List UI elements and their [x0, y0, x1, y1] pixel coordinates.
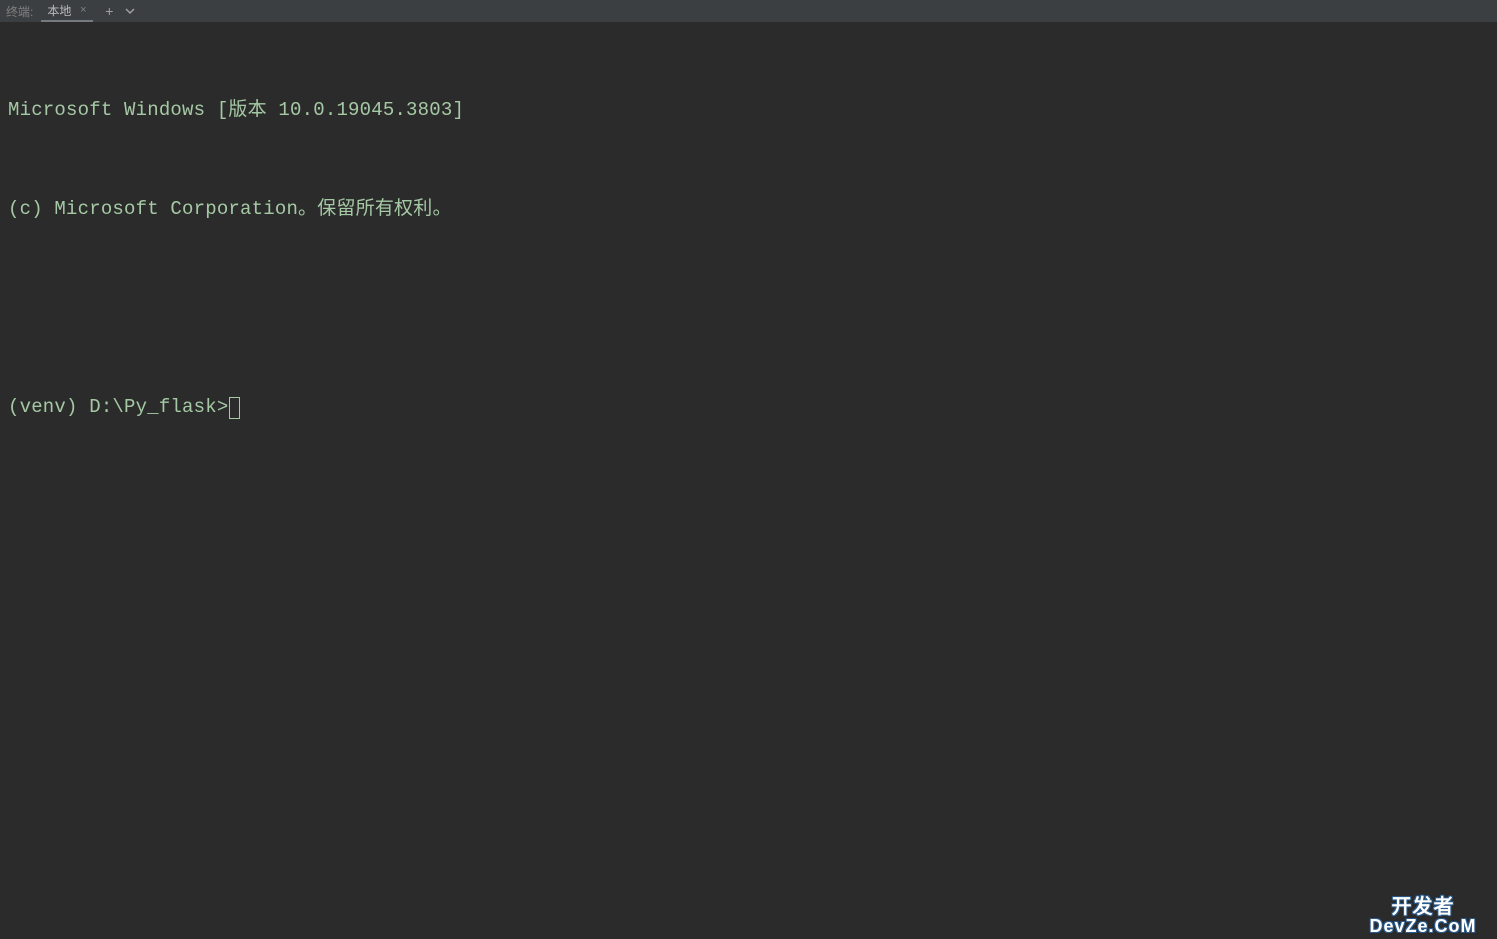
terminal-blank-line: [8, 292, 1489, 325]
close-icon[interactable]: ×: [77, 4, 89, 16]
terminal-line: (c) Microsoft Corporation。保留所有权利。: [8, 193, 1489, 226]
watermark: 开发者 DevZe.CoM: [1349, 893, 1497, 939]
terminal-tab-bar: 终端: 本地 × +: [0, 0, 1497, 22]
watermark-top: 开发者: [1392, 897, 1455, 917]
add-tab-button[interactable]: +: [101, 3, 117, 19]
chevron-down-icon[interactable]: [123, 6, 137, 16]
terminal-output[interactable]: Microsoft Windows [版本 10.0.19045.3803] (…: [0, 22, 1497, 463]
terminal-prompt-line: (venv) D:\Py_flask>: [8, 391, 1489, 424]
terminal-line: Microsoft Windows [版本 10.0.19045.3803]: [8, 94, 1489, 127]
terminal-tab-name: 本地: [47, 2, 71, 19]
terminal-tab-local[interactable]: 本地 ×: [41, 0, 93, 22]
terminal-panel-label: 终端:: [6, 3, 33, 20]
watermark-bottom: DevZe.CoM: [1369, 917, 1476, 935]
terminal-prompt: (venv) D:\Py_flask>: [8, 391, 228, 424]
terminal-cursor: [229, 397, 240, 419]
